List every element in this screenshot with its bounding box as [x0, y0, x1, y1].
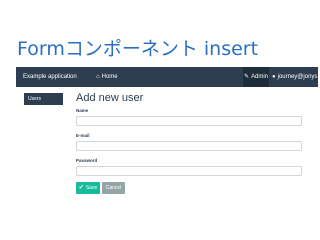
password-field[interactable] [76, 166, 302, 176]
password-label: Password [76, 158, 98, 163]
navbar-brand[interactable]: Example application [23, 67, 77, 87]
wrench-icon: ✎ [243, 74, 249, 80]
nav-admin-link[interactable]: ✎ Admin [243, 67, 269, 87]
top-navbar: Example application ⌂ Home ✎ Admin ● jou… [16, 67, 320, 87]
nav-admin-label: Admin [251, 74, 269, 80]
nav-home-link[interactable]: ⌂ Home [96, 67, 118, 87]
save-button[interactable]: ✔ Save [76, 182, 100, 194]
email-label: E-mail [76, 133, 90, 138]
save-label: Save [85, 185, 98, 191]
page-title: Add new user [76, 92, 144, 104]
check-icon: ✔ [78, 185, 84, 191]
email-field[interactable] [76, 141, 302, 151]
name-field[interactable] [76, 116, 302, 126]
cancel-button[interactable]: Cancel [102, 182, 125, 194]
home-icon: ⌂ [96, 74, 100, 80]
user-icon: ● [272, 74, 276, 80]
name-label: Name [76, 108, 89, 113]
sidebar-item-users[interactable]: Users [24, 93, 63, 105]
slide-title: Formコンポーネント insert [17, 38, 259, 60]
nav-user-dropdown[interactable]: ● journey@jonys.net [272, 67, 320, 87]
nav-user-label: journey@jonys.net [277, 74, 320, 80]
nav-home-label: Home [101, 74, 118, 80]
